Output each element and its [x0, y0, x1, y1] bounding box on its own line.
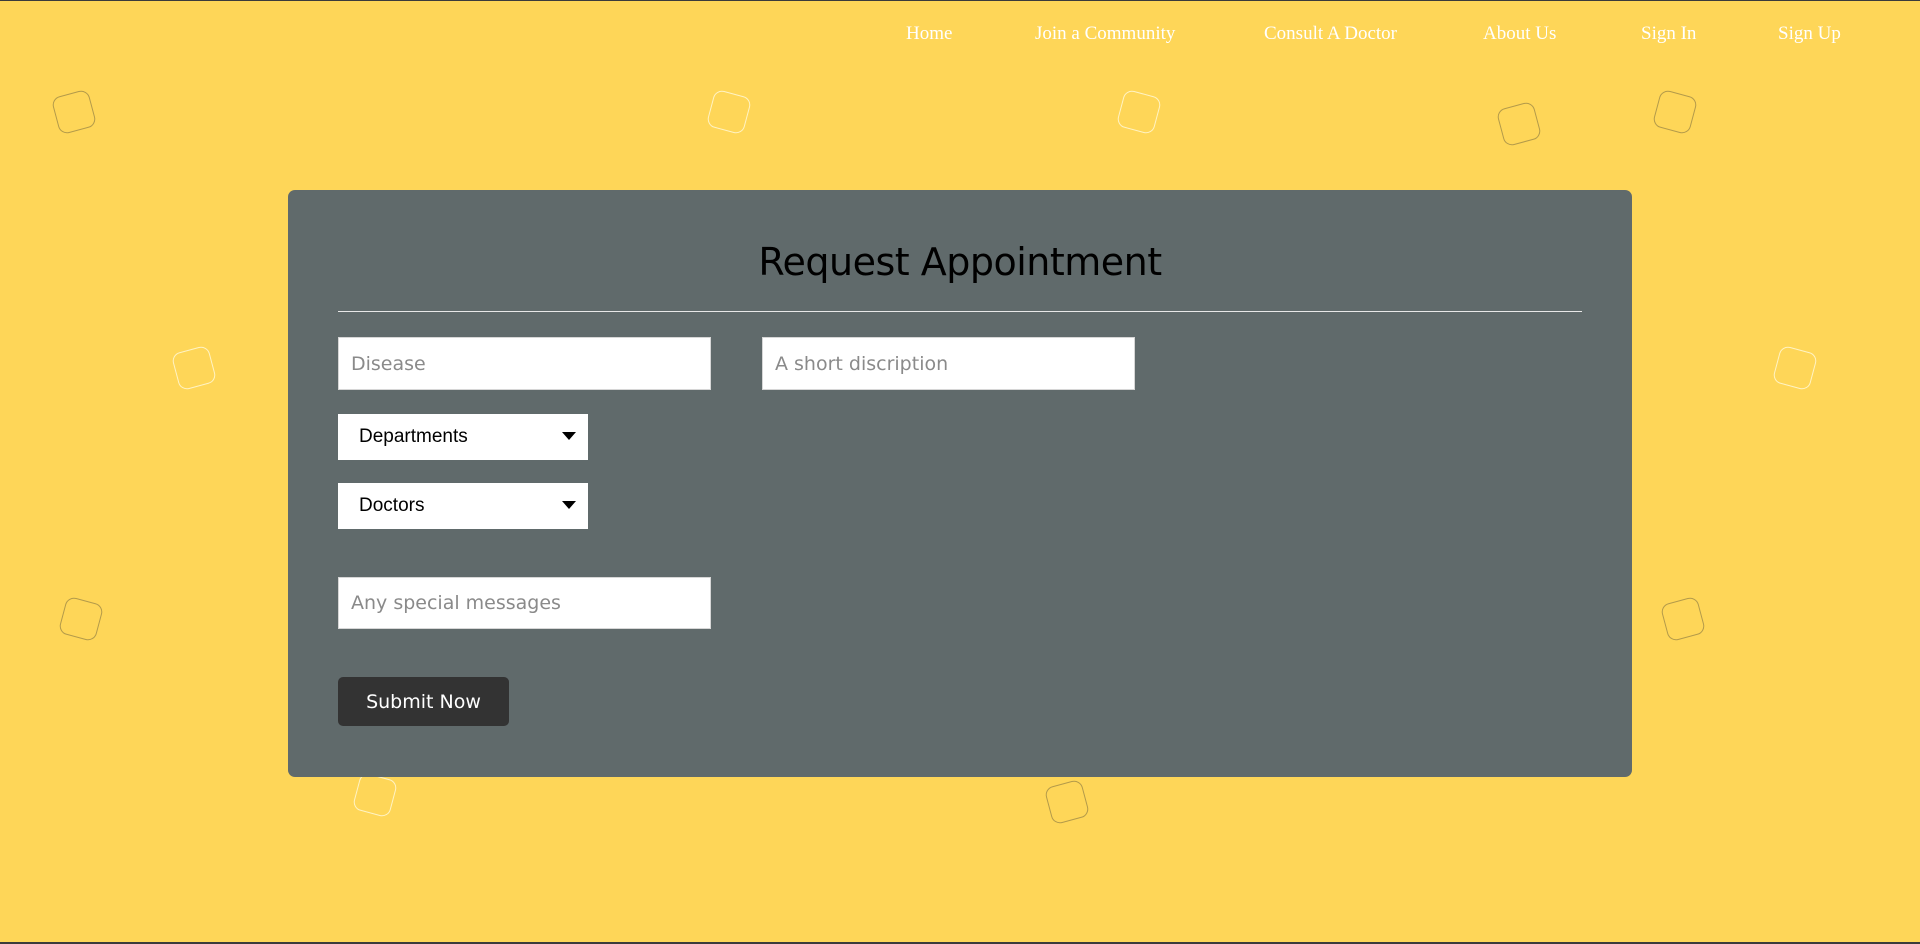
decorative-square-icon: [1495, 100, 1543, 148]
form-title: Request Appointment: [758, 240, 1162, 284]
submit-button[interactable]: Submit Now: [338, 677, 509, 726]
decorative-square-icon: [1659, 595, 1707, 643]
caret-down-icon: [562, 501, 576, 509]
doctors-select-label: Doctors: [359, 495, 425, 516]
appointment-form-card: Request Appointment Departments Doctors …: [288, 190, 1632, 777]
departments-select-label: Departments: [359, 426, 468, 447]
special-messages-input[interactable]: [338, 577, 711, 629]
decorative-square-icon: [1115, 88, 1163, 136]
decorative-square-icon: [1651, 88, 1699, 136]
nav-home-link[interactable]: Home: [906, 23, 952, 45]
decorative-square-icon: [1043, 778, 1091, 826]
decorative-square-icon: [705, 88, 753, 136]
departments-select[interactable]: Departments: [338, 414, 588, 460]
doctors-select[interactable]: Doctors: [338, 483, 588, 529]
nav-about-link[interactable]: About Us: [1483, 23, 1556, 45]
disease-input[interactable]: [338, 337, 711, 390]
nav-consult-link[interactable]: Consult A Doctor: [1264, 23, 1397, 45]
caret-down-icon: [562, 432, 576, 440]
nav-signup-link[interactable]: Sign Up: [1778, 23, 1841, 45]
description-input[interactable]: [762, 337, 1135, 390]
decorative-square-icon: [57, 595, 105, 643]
decorative-square-icon: [351, 771, 399, 819]
nav-signin-link[interactable]: Sign In: [1641, 23, 1696, 45]
decorative-square-icon: [170, 344, 218, 392]
decorative-square-icon: [1771, 344, 1819, 392]
nav-community-link[interactable]: Join a Community: [1035, 23, 1175, 45]
decorative-square-icon: [50, 88, 98, 136]
title-divider: [338, 311, 1582, 312]
